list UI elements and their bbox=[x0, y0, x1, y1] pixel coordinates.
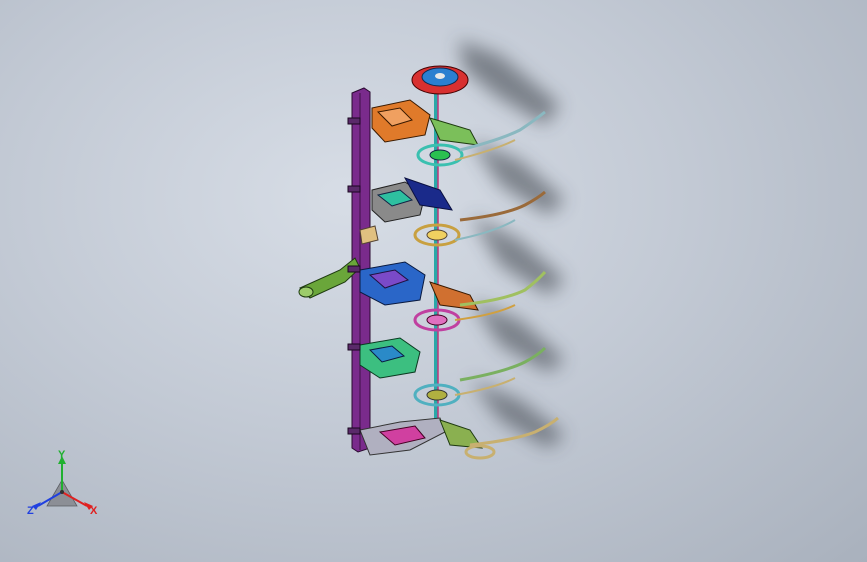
x-axis-label: X bbox=[90, 505, 98, 517]
rotor-unit-1 bbox=[371, 99, 546, 167]
top-disc bbox=[411, 65, 469, 95]
view-orientation-triad[interactable]: Y X Z bbox=[22, 448, 112, 528]
triad-graphic: Y X Z bbox=[27, 449, 98, 517]
z-axis-label: Z bbox=[27, 505, 34, 517]
model-shadow bbox=[458, 40, 565, 448]
cad-viewport[interactable] bbox=[0, 0, 867, 562]
y-axis-label: Y bbox=[58, 449, 66, 461]
